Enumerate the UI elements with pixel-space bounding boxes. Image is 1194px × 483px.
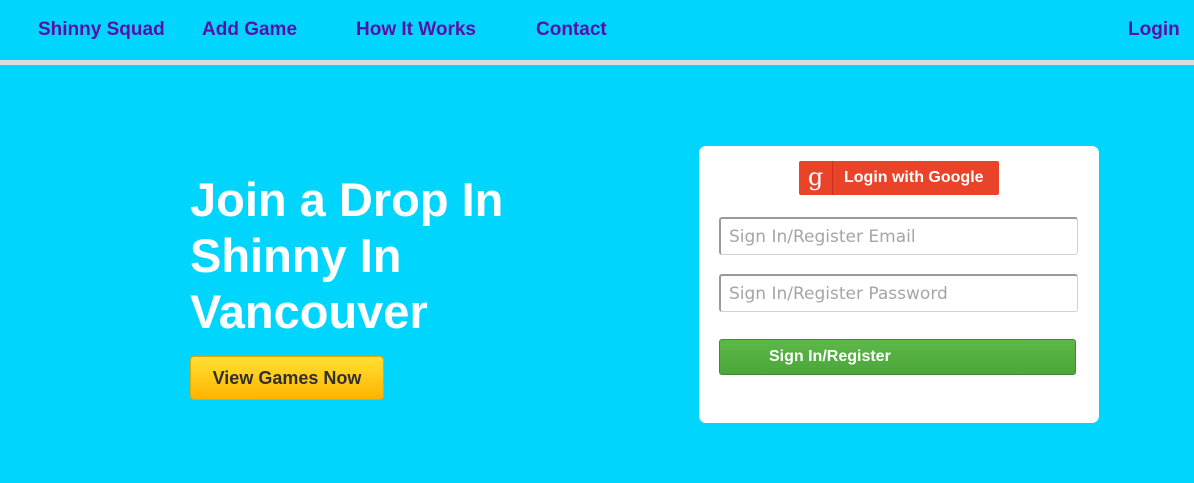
nav-divider [0, 60, 1194, 65]
nav-add-game-link[interactable]: Add Game [202, 19, 297, 41]
nav-brand-link[interactable]: Shinny Squad [38, 19, 165, 41]
hero-title: Join a Drop In Shinny In Vancouver [190, 173, 504, 338]
view-games-button[interactable]: View Games Now [190, 356, 384, 400]
login-card: g Login with Google Sign In/Register [699, 146, 1099, 423]
google-login-label: Login with Google [844, 169, 984, 186]
nav-login-link[interactable]: Login [1128, 19, 1180, 41]
top-navbar: Shinny Squad Add Game How It Works Conta… [0, 0, 1194, 60]
google-icon: g [799, 161, 833, 195]
email-input[interactable] [719, 217, 1078, 255]
google-login-button[interactable]: g Login with Google [799, 161, 999, 195]
nav-contact-link[interactable]: Contact [536, 19, 607, 41]
password-input[interactable] [719, 274, 1078, 312]
nav-how-it-works-link[interactable]: How It Works [356, 19, 476, 41]
sign-in-register-button[interactable]: Sign In/Register [719, 339, 1076, 375]
